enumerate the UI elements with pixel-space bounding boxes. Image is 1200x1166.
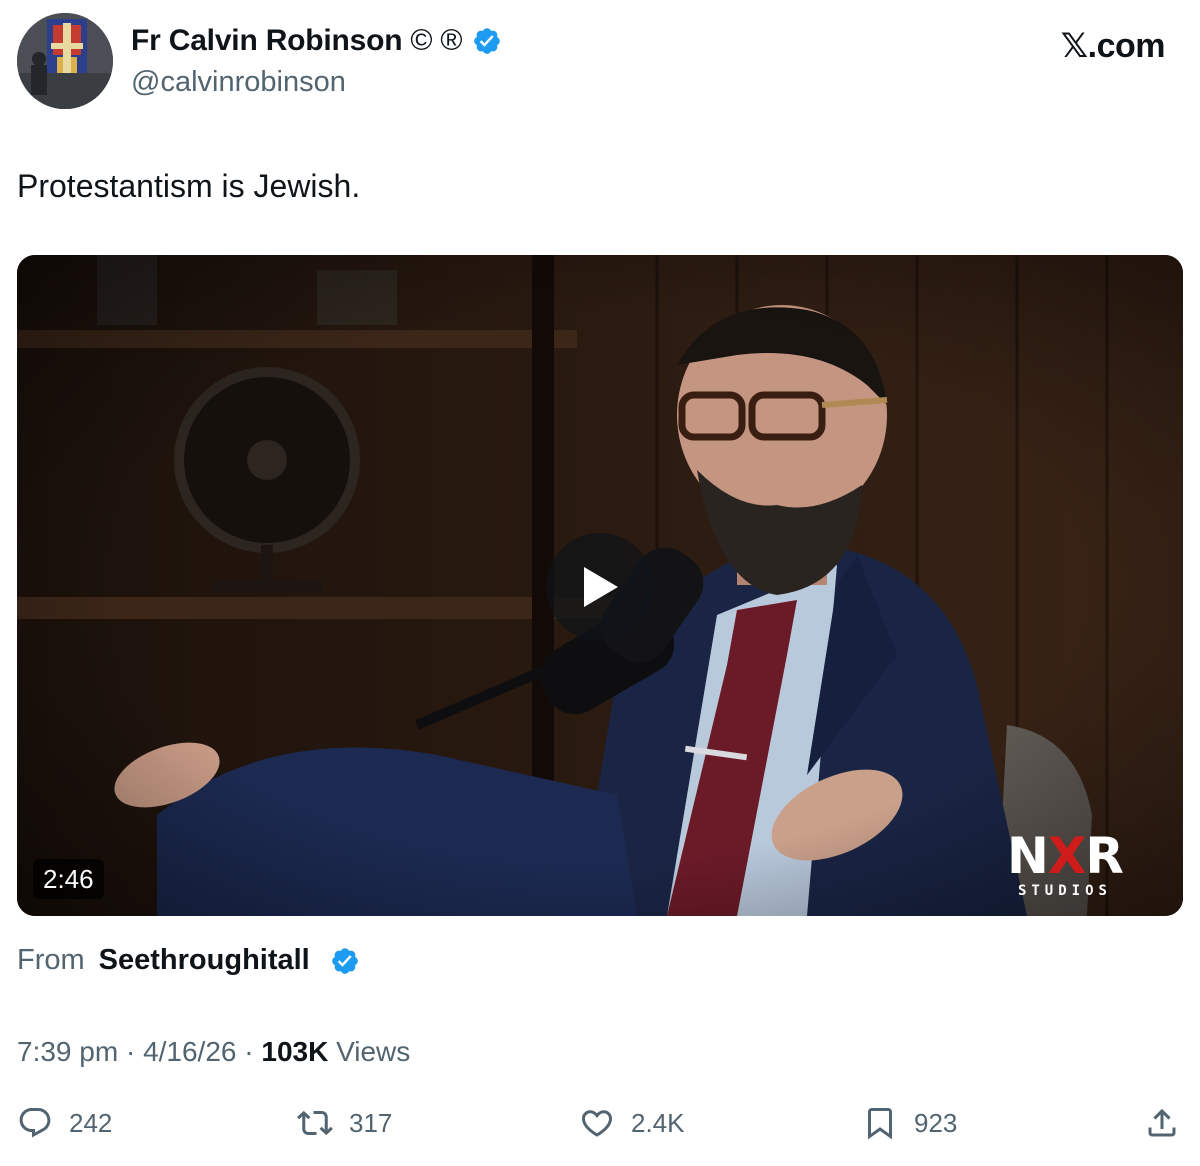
reply-count: 242 bbox=[69, 1107, 113, 1138]
tweet-date[interactable]: 4/16/26 bbox=[143, 1036, 236, 1067]
tweet-text: Protestantism is Jewish. bbox=[17, 168, 361, 204]
studio-watermark-sub: STUDIOS bbox=[1017, 883, 1112, 899]
views-label: Views bbox=[336, 1036, 411, 1067]
like-count: 2.4K bbox=[631, 1107, 685, 1138]
video-duration: 2:46 bbox=[33, 859, 104, 899]
reply-button[interactable]: 242 bbox=[17, 1103, 112, 1143]
repost-count: 317 bbox=[349, 1107, 393, 1138]
reply-icon bbox=[19, 1108, 51, 1138]
views-count: 103K bbox=[261, 1036, 329, 1067]
author-name[interactable]: Fr Calvin Robinson © ® bbox=[131, 24, 502, 58]
repost-button[interactable]: 317 bbox=[297, 1103, 392, 1143]
watermark-letter-x: X bbox=[1047, 827, 1087, 885]
bookmark-button[interactable]: 923 bbox=[862, 1103, 957, 1143]
studio-watermark: NXR STUDIOS bbox=[1007, 831, 1124, 899]
author-handle[interactable]: @calvinrobinson bbox=[131, 66, 346, 99]
studio-watermark-mark: NXR bbox=[1007, 831, 1124, 881]
repost-icon bbox=[297, 1110, 333, 1136]
watermark-letter-n: N bbox=[1007, 827, 1049, 885]
attribution-source-link[interactable]: Seethroughitall bbox=[99, 944, 310, 977]
watermark-letter-r: R bbox=[1085, 827, 1124, 885]
tweet-meta: 7:39 pm · 4/16/26 · 103K Views bbox=[17, 1036, 410, 1068]
copyright-badge: © bbox=[410, 24, 433, 57]
tweet-time[interactable]: 7:39 pm bbox=[17, 1036, 118, 1067]
bookmark-icon bbox=[868, 1108, 892, 1140]
heart-icon bbox=[581, 1110, 613, 1137]
author-display-name: Fr Calvin Robinson bbox=[131, 24, 403, 57]
verified-badge-icon bbox=[331, 947, 358, 974]
meta-separator: · bbox=[244, 1036, 254, 1067]
registered-badge: ® bbox=[440, 24, 463, 57]
site-logo: 𝕏.com bbox=[1060, 27, 1166, 65]
attribution-prefix: From bbox=[17, 944, 85, 976]
author-avatar[interactable] bbox=[17, 13, 113, 109]
like-button[interactable]: 2.4K bbox=[579, 1103, 685, 1143]
share-icon bbox=[1148, 1108, 1176, 1137]
share-button[interactable] bbox=[1144, 1103, 1180, 1143]
verified-badge-icon bbox=[474, 28, 501, 54]
meta-separator: · bbox=[125, 1036, 136, 1067]
avatar-image bbox=[17, 13, 113, 109]
play-icon bbox=[584, 567, 618, 607]
bookmark-count: 923 bbox=[914, 1107, 958, 1138]
video-attribution: From Seethroughitall bbox=[17, 944, 360, 977]
video-player[interactable]: 2:46 NXR STUDIOS bbox=[17, 255, 1183, 916]
play-button[interactable] bbox=[546, 533, 654, 641]
